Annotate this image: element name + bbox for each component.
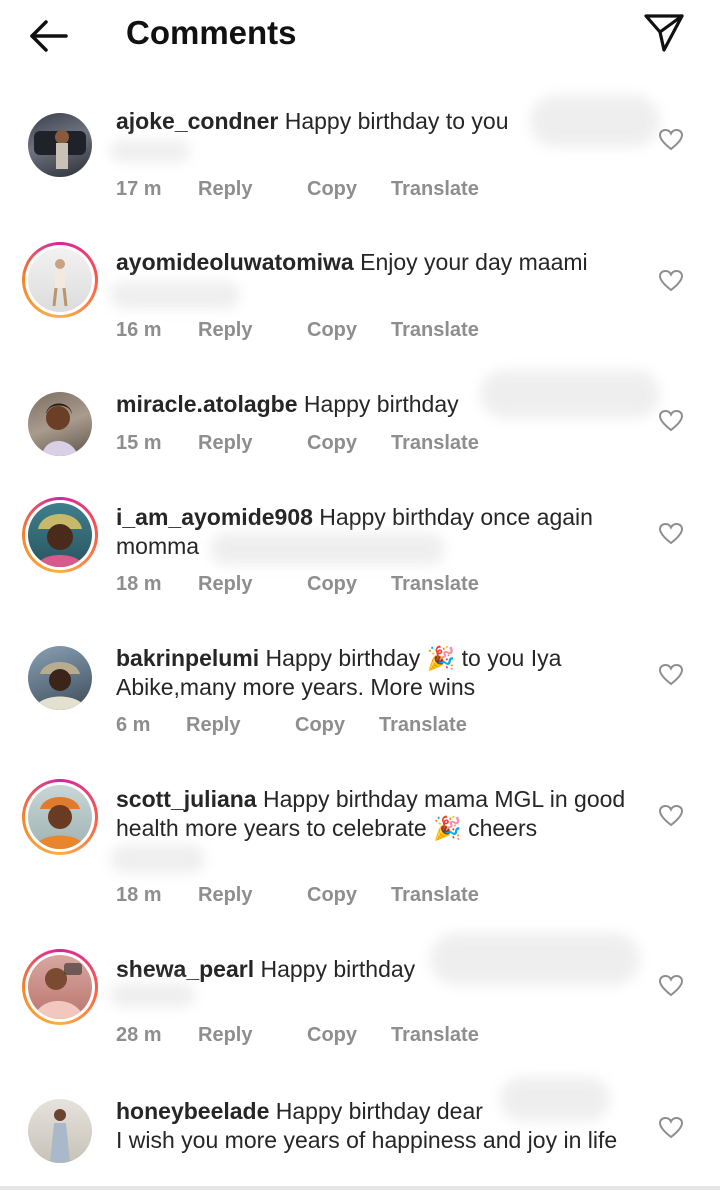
translate-button[interactable]: Translate bbox=[391, 178, 479, 201]
reply-button[interactable]: Reply bbox=[186, 714, 240, 737]
reply-button[interactable]: Reply bbox=[198, 573, 252, 596]
redacted-area bbox=[530, 95, 660, 147]
copy-button[interactable]: Copy bbox=[307, 1024, 357, 1047]
translate-button[interactable]: Translate bbox=[391, 432, 479, 455]
redacted-area bbox=[110, 140, 190, 162]
comment-username[interactable]: scott_juliana bbox=[116, 786, 257, 812]
page-title: Comments bbox=[126, 14, 297, 51]
avatar[interactable] bbox=[22, 497, 98, 573]
top-bar: Comments bbox=[0, 0, 720, 72]
comment-body: Happy birthday bbox=[303, 391, 459, 417]
avatar[interactable] bbox=[22, 949, 98, 1025]
comment-username[interactable]: miracle.atolagbe bbox=[116, 391, 298, 417]
avatar[interactable] bbox=[22, 640, 98, 716]
translate-button[interactable]: Translate bbox=[391, 319, 479, 342]
comment-time: 28 m bbox=[116, 1024, 162, 1046]
comment-username[interactable]: honeybeelade bbox=[116, 1098, 269, 1124]
copy-button[interactable]: Copy bbox=[295, 714, 345, 737]
redacted-area bbox=[500, 1077, 610, 1121]
like-heart-icon[interactable] bbox=[658, 521, 684, 547]
redacted-area bbox=[110, 845, 205, 873]
comment-time: 16 m bbox=[116, 319, 162, 341]
translate-button[interactable]: Translate bbox=[391, 1024, 479, 1047]
like-heart-icon[interactable] bbox=[658, 127, 684, 153]
comment-text: ayomideoluwatomiwa Enjoy your day maami bbox=[116, 248, 636, 277]
comment-time: 6 m bbox=[116, 714, 151, 736]
reply-button[interactable]: Reply bbox=[198, 178, 252, 201]
comment-time: 18 m bbox=[116, 884, 162, 906]
comment-body: Happy birthday bbox=[265, 645, 421, 671]
comment-body: Happy birthday dear bbox=[275, 1098, 483, 1124]
party-popper-emoji: 🎉 bbox=[433, 815, 462, 841]
redacted-area bbox=[110, 281, 240, 309]
comment-text: scott_juliana Happy birthday mama MGL in… bbox=[116, 785, 636, 843]
avatar[interactable] bbox=[22, 1093, 98, 1169]
comment-body: Happy birthday to you bbox=[284, 108, 509, 134]
avatar[interactable] bbox=[22, 779, 98, 855]
like-heart-icon[interactable] bbox=[658, 973, 684, 999]
translate-button[interactable]: Translate bbox=[391, 573, 479, 596]
back-arrow-icon[interactable] bbox=[26, 14, 72, 58]
comment-body: I wish you more years of happiness and j… bbox=[116, 1127, 618, 1153]
party-popper-emoji: 🎉 bbox=[426, 645, 456, 671]
copy-button[interactable]: Copy bbox=[307, 432, 357, 455]
reply-button[interactable]: Reply bbox=[198, 319, 252, 342]
comment-body: Happy birthday bbox=[260, 956, 416, 982]
comment-username[interactable]: i_am_ayomide908 bbox=[116, 504, 313, 530]
like-heart-icon[interactable] bbox=[658, 1115, 684, 1141]
redacted-area bbox=[210, 533, 445, 565]
copy-button[interactable]: Copy bbox=[307, 178, 357, 201]
comment-body: Enjoy your day maami bbox=[360, 249, 588, 275]
reply-button[interactable]: Reply bbox=[198, 1024, 252, 1047]
translate-button[interactable]: Translate bbox=[391, 884, 479, 907]
avatar[interactable] bbox=[22, 386, 98, 462]
like-heart-icon[interactable] bbox=[658, 408, 684, 434]
like-heart-icon[interactable] bbox=[658, 803, 684, 829]
comment-time: 18 m bbox=[116, 573, 162, 595]
share-send-icon[interactable] bbox=[640, 10, 688, 56]
like-heart-icon[interactable] bbox=[658, 268, 684, 294]
translate-button[interactable]: Translate bbox=[379, 714, 467, 737]
comment-time: 17 m bbox=[116, 178, 162, 200]
comment-body: cheers bbox=[468, 815, 538, 841]
comment-time: 15 m bbox=[116, 432, 162, 454]
reply-button[interactable]: Reply bbox=[198, 432, 252, 455]
comment-username[interactable]: ajoke_condner bbox=[116, 108, 278, 134]
avatar[interactable] bbox=[22, 242, 98, 318]
reply-button[interactable]: Reply bbox=[198, 884, 252, 907]
redacted-area bbox=[110, 983, 195, 1007]
redacted-area bbox=[480, 370, 660, 418]
copy-button[interactable]: Copy bbox=[307, 573, 357, 596]
copy-button[interactable]: Copy bbox=[307, 319, 357, 342]
like-heart-icon[interactable] bbox=[658, 662, 684, 688]
comment-username[interactable]: shewa_pearl bbox=[116, 956, 254, 982]
redacted-area bbox=[430, 933, 640, 985]
comment-text: bakrinpelumi Happy birthday 🎉 to you Iya… bbox=[116, 644, 636, 702]
copy-button[interactable]: Copy bbox=[307, 884, 357, 907]
comment-username[interactable]: bakrinpelumi bbox=[116, 645, 259, 671]
avatar[interactable] bbox=[22, 107, 98, 183]
comment-username[interactable]: ayomideoluwatomiwa bbox=[116, 249, 354, 275]
bottom-divider bbox=[0, 1186, 720, 1190]
